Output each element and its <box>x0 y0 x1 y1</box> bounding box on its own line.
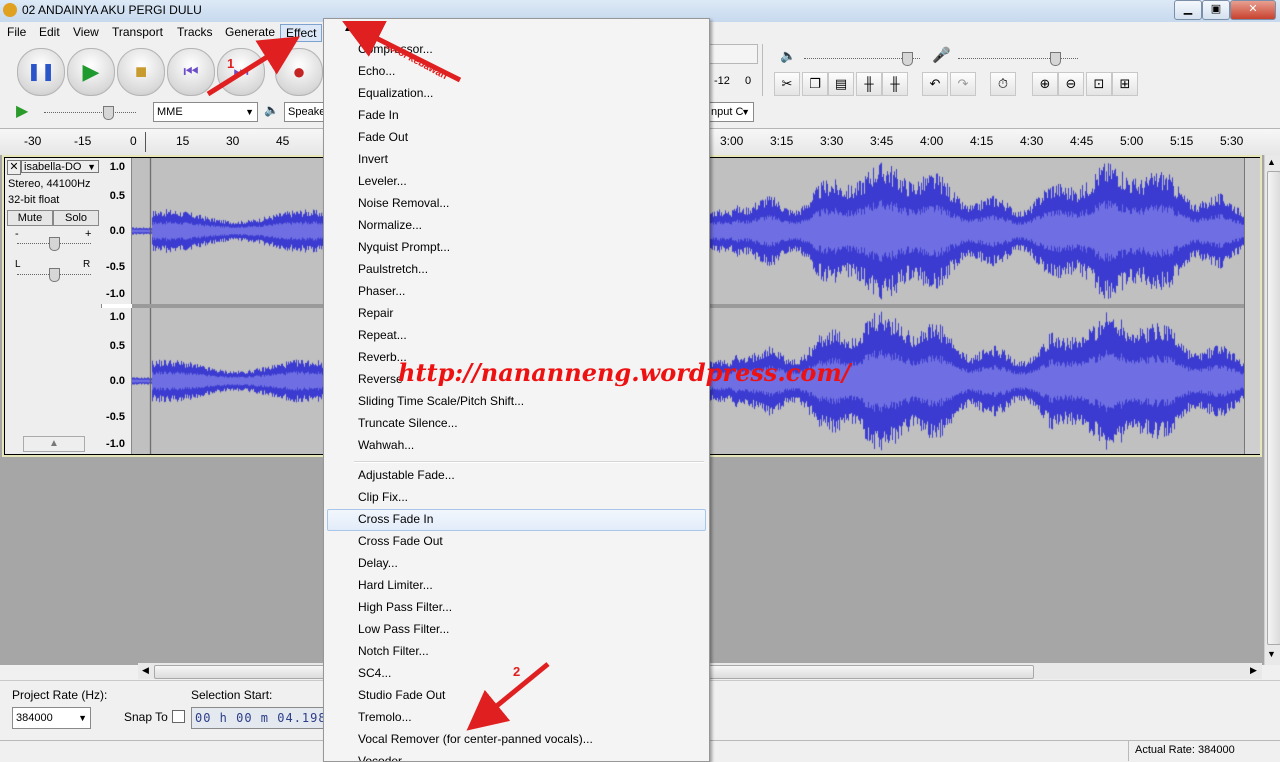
annotation-marker-2: 2 <box>513 664 521 679</box>
watermark-url: http://nananneng.wordpress.com/ <box>398 358 851 387</box>
annotation-marker-1: 1 <box>227 56 235 71</box>
arrow-to-effect-menu <box>206 36 300 97</box>
